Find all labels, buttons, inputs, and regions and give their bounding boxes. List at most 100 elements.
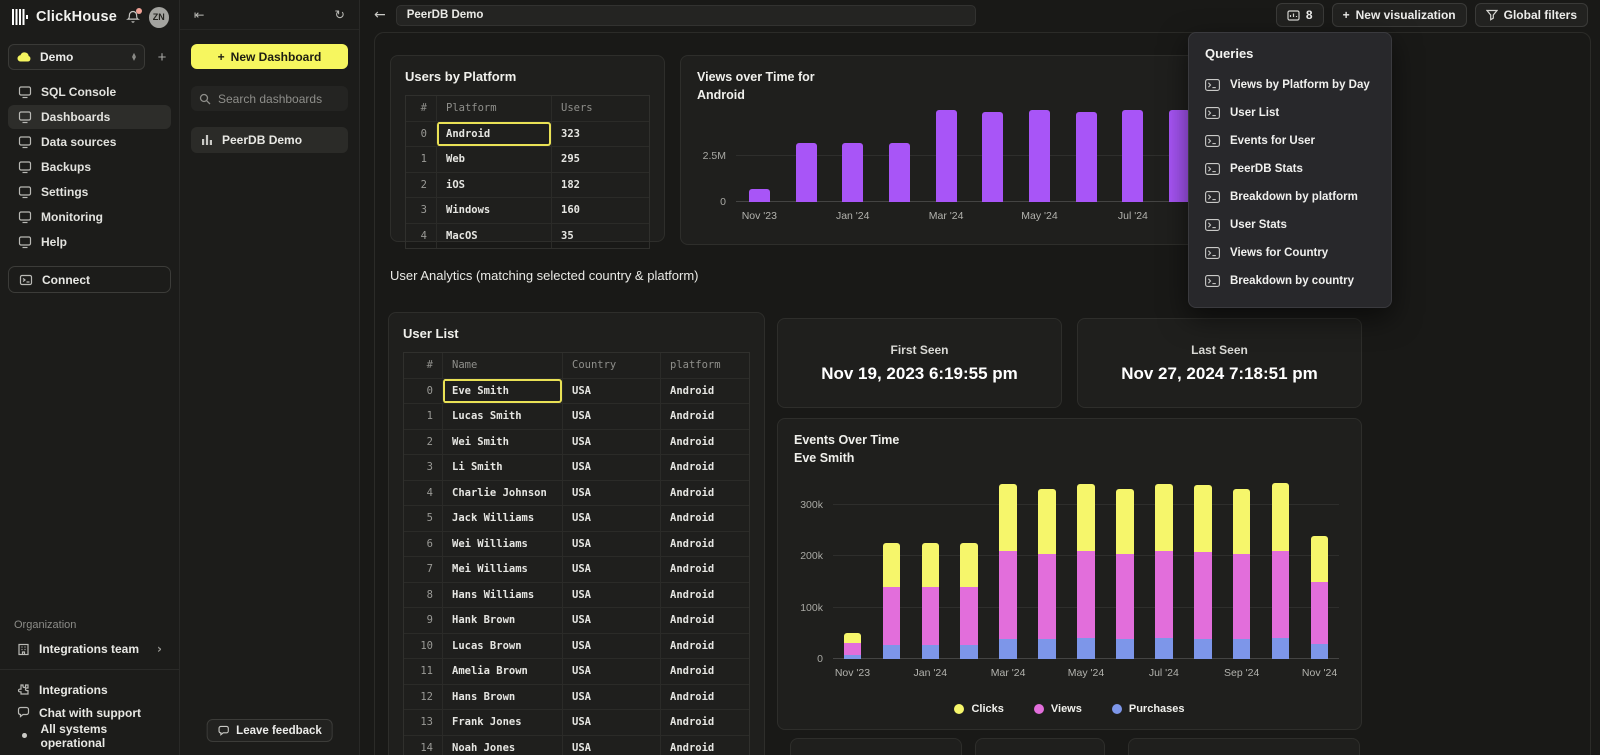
chart-bar (1029, 104, 1050, 202)
chart-title-block: Events Over Time Eve Smith (794, 432, 899, 467)
table-row[interactable]: 0 Eve Smith USA Android (404, 378, 749, 404)
puzzle-icon (17, 683, 30, 696)
nav-item-label: Backups (41, 160, 91, 174)
last-seen-card: Last Seen Nov 27, 2024 7:18:51 pm (1077, 318, 1362, 408)
add-workspace-button[interactable]: + (153, 49, 171, 66)
chat-with-support-label: Chat with support (39, 706, 141, 720)
chart-bar (1155, 474, 1173, 659)
main-area: ← 8 + New visualization Global filters (360, 0, 1600, 755)
sidebar-nav-item[interactable]: Monitoring (8, 205, 171, 229)
table-row[interactable]: 1 Lucas Smith USA Android (404, 403, 749, 429)
sidebar-nav-item[interactable]: Help (8, 230, 171, 254)
table-row[interactable]: 4 Charlie Johnson USA Android (404, 480, 749, 506)
queries-menu-item[interactable]: User Stats (1205, 211, 1375, 239)
queries-menu-item[interactable]: Breakdown by country (1205, 267, 1375, 295)
funnel-icon (1486, 9, 1498, 21)
chart-bar (1077, 474, 1095, 659)
dashboard-canvas: Users by Platform # Platform Users 0 And… (360, 30, 1600, 755)
plus-icon: + (1343, 8, 1350, 22)
chart-title: Events Over Time (794, 432, 899, 450)
queries-menu-item[interactable]: Breakdown by platform (1205, 183, 1375, 211)
queries-menu-item[interactable]: Views for Country (1205, 239, 1375, 267)
events-over-time-plot[interactable]: 0100k200k300kNov '23Jan '24Mar '24May '2… (833, 474, 1339, 659)
new-visualization-button[interactable]: + New visualization (1332, 3, 1467, 27)
sidebar-nav-item[interactable]: Data sources (8, 130, 171, 154)
table-row[interactable]: 5 Jack Williams USA Android (404, 505, 749, 531)
chart-bar (1116, 474, 1134, 659)
table-row[interactable]: 4 MacOS 35 (406, 223, 649, 249)
table-row[interactable]: 9 Hank Brown USA Android (404, 607, 749, 633)
table-row[interactable]: 3 Li Smith USA Android (404, 454, 749, 480)
dashboard-search[interactable] (191, 86, 348, 111)
organization-team-item[interactable]: Integrations team › (8, 637, 171, 661)
chart-bar (982, 104, 1003, 202)
table-row[interactable]: 2 iOS 182 (406, 172, 649, 198)
chart-title: Views over Time for (697, 69, 815, 87)
table-row[interactable]: 6 Wei Williams USA Android (404, 531, 749, 557)
refresh-icon[interactable]: ↻ (335, 7, 345, 22)
table-row[interactable]: 13 Frank Jones USA Android (404, 709, 749, 735)
table-row[interactable]: 8 Hans Williams USA Android (404, 582, 749, 608)
notification-dot (136, 8, 142, 14)
chart-bar (1194, 474, 1212, 659)
connect-icon (19, 273, 33, 287)
chat-icon (17, 706, 30, 719)
queries-menu-item[interactable]: Views by Platform by Day (1205, 71, 1375, 99)
collapse-panel-icon[interactable]: ⇤ (194, 7, 204, 22)
user-avatar[interactable]: ZN (149, 7, 169, 28)
chart-bar (749, 104, 770, 202)
new-dashboard-button[interactable]: + New Dashboard (191, 44, 348, 69)
queries-menu-item[interactable]: PeerDB Stats (1205, 155, 1375, 183)
chart-bar (960, 474, 978, 659)
table-row[interactable]: 1 Web 295 (406, 146, 649, 172)
workspace-name: Demo (40, 50, 124, 64)
workspace-select[interactable]: Demo ▴▾ (8, 44, 145, 70)
terminal-icon (1205, 79, 1220, 91)
table-row[interactable]: 0 Android 323 (406, 121, 649, 147)
table-row[interactable]: 11 Amelia Brown USA Android (404, 658, 749, 684)
table-row[interactable]: 12 Hans Brown USA Android (404, 684, 749, 710)
dashboard-title-input[interactable] (396, 5, 976, 26)
dashboard-search-input[interactable] (218, 92, 340, 106)
integrations-item[interactable]: Integrations (8, 678, 171, 701)
sidebar-header: ClickHouse ZN (0, 0, 179, 34)
back-arrow-icon[interactable]: ← (374, 7, 386, 23)
terminal-icon (1205, 191, 1220, 203)
chart-bar (936, 104, 957, 202)
sidebar-nav-item[interactable]: Settings (8, 180, 171, 204)
user-list-table: # Name Country platform 0 Eve Smith USA … (403, 352, 750, 755)
chart-legend[interactable]: ClicksViewsPurchases (778, 703, 1361, 715)
visualization-icon (1287, 10, 1300, 21)
nav-item-icon (17, 210, 32, 224)
queries-menu-item[interactable]: Events for User (1205, 127, 1375, 155)
sidebar-nav-item[interactable]: SQL Console (8, 80, 171, 104)
organization-team-label: Integrations team (39, 642, 139, 656)
queries-menu-title: Queries (1205, 46, 1375, 61)
chart-subtitle: Android (697, 87, 815, 105)
queries-menu-item[interactable]: User List (1205, 99, 1375, 127)
organization-section-label: Organization (0, 619, 179, 631)
dashboard-list-item[interactable]: PeerDB Demo (191, 127, 348, 153)
queries-menu-item-label: PeerDB Stats (1230, 163, 1303, 175)
system-status-label: All systems operational (41, 722, 162, 750)
leave-feedback-button[interactable]: Leave feedback (206, 719, 333, 742)
feedback-chat-icon (217, 725, 229, 737)
table-row[interactable]: 7 Mei Williams USA Android (404, 556, 749, 582)
sidebar-nav-item[interactable]: Dashboards (8, 105, 171, 129)
table-row[interactable]: 2 Wei Smith USA Android (404, 429, 749, 455)
queries-menu-list: Views by Platform by Day User List Event… (1205, 71, 1375, 295)
table-row[interactable]: 3 Windows 160 (406, 197, 649, 223)
chart-bar (1272, 474, 1290, 659)
sidebar-bottom: Organization Integrations team › Integra… (0, 619, 179, 747)
table-row[interactable]: 10 Lucas Brown USA Android (404, 633, 749, 659)
notifications-bell-icon[interactable] (124, 8, 142, 26)
terminal-icon (1205, 135, 1220, 147)
sidebar-nav-item[interactable]: Backups (8, 155, 171, 179)
visualization-count-button[interactable]: 8 (1276, 3, 1324, 27)
new-visualization-label: New visualization (1356, 8, 1456, 22)
system-status-item[interactable]: All systems operational (8, 724, 171, 747)
table-row[interactable]: 14 Noah Jones USA Android (404, 735, 749, 755)
queries-menu-item-label: User List (1230, 107, 1279, 119)
connect-button[interactable]: Connect (8, 266, 171, 293)
global-filters-button[interactable]: Global filters (1475, 3, 1588, 27)
